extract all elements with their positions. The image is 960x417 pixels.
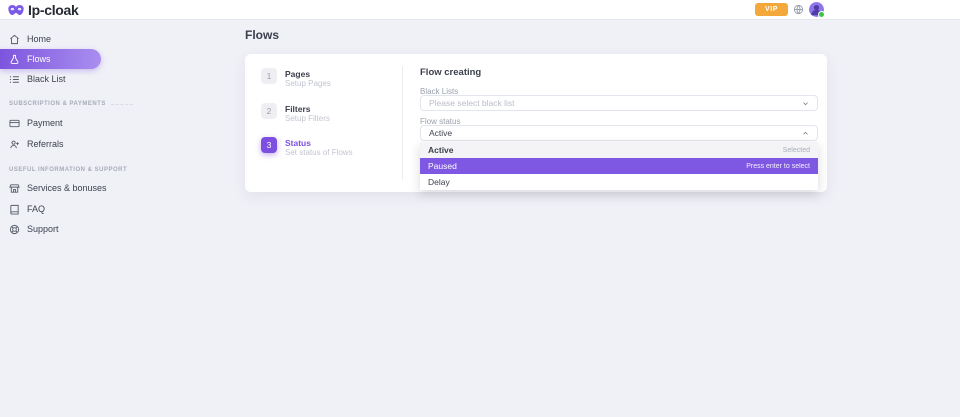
online-status-dot (818, 11, 825, 18)
step-number: 3 (261, 137, 277, 153)
vip-button[interactable]: VIP (755, 3, 788, 16)
add-user-icon (9, 139, 20, 150)
sidebar-item-support[interactable]: Support (0, 222, 59, 236)
step-title: Filters (285, 103, 330, 114)
language-globe-icon[interactable] (793, 4, 804, 15)
sidebar-section-subscription: SUBSCRIPTION & PAYMENTS (0, 101, 133, 107)
black-lists-select[interactable]: Please select black list (420, 95, 818, 111)
top-bar: Ip-cloak VIP (0, 0, 960, 20)
chevron-down-icon (802, 100, 809, 107)
logo[interactable]: Ip-cloak (8, 0, 79, 19)
sidebar-item-services[interactable]: Services & bonuses (0, 181, 107, 195)
section-divider (111, 104, 133, 105)
step-subtitle: Set status of Flows (285, 148, 353, 158)
book-icon (9, 204, 20, 215)
wizard-step-pages[interactable]: 1 Pages Setup Pages (261, 68, 331, 89)
mask-logo-icon (8, 4, 24, 16)
step-subtitle: Setup Pages (285, 79, 331, 89)
option-hint: Selected (783, 147, 810, 154)
home-icon (9, 34, 20, 45)
sidebar-item-referrals[interactable]: Referrals (0, 137, 64, 151)
dropdown-option-delay[interactable]: Delay (420, 174, 818, 190)
step-number: 2 (261, 103, 277, 119)
step-subtitle: Setup Filters (285, 114, 330, 124)
flow-status-dropdown: Active Selected Paused Press enter to se… (420, 142, 818, 190)
step-title: Status (285, 137, 353, 148)
lifebuoy-icon (9, 224, 20, 235)
sidebar-item-label: Flows (27, 54, 51, 64)
dropdown-option-active[interactable]: Active Selected (420, 142, 818, 158)
sidebar-item-label: Referrals (27, 139, 64, 149)
sidebar-item-label: Payment (27, 118, 63, 128)
page-title: Flows (245, 28, 279, 42)
sidebar-item-label: FAQ (27, 204, 45, 214)
black-lists-placeholder: Please select black list (429, 98, 515, 108)
sidebar-item-label: Black List (27, 74, 66, 84)
logo-text: Ip-cloak (28, 2, 79, 18)
option-hint: Press enter to select (746, 163, 810, 170)
flow-creating-card: 1 Pages Setup Pages 2 Filters Setup Filt… (245, 54, 827, 192)
credit-card-icon (9, 118, 20, 129)
step-number: 1 (261, 68, 277, 84)
sidebar-item-label: Services & bonuses (27, 183, 107, 193)
flow-status-select[interactable]: Active (420, 125, 818, 141)
list-icon (9, 74, 20, 85)
storefront-icon (9, 183, 20, 194)
dropdown-option-paused[interactable]: Paused Press enter to select (420, 158, 818, 174)
step-title: Pages (285, 68, 331, 79)
sidebar-item-flows[interactable]: Flows (0, 49, 101, 69)
flows-icon (9, 54, 20, 65)
wizard-step-filters[interactable]: 2 Filters Setup Filters (261, 103, 330, 124)
sidebar-item-black-list[interactable]: Black List (0, 72, 66, 86)
chevron-up-icon (802, 130, 809, 137)
sidebar-item-faq[interactable]: FAQ (0, 202, 45, 216)
flow-status-value: Active (429, 128, 452, 138)
wizard-step-status[interactable]: 3 Status Set status of Flows (261, 137, 353, 158)
app-window: Ip-cloak VIP Ho (0, 0, 960, 417)
sidebar-item-home[interactable]: Home (0, 32, 51, 46)
sidebar-item-payment[interactable]: Payment (0, 116, 63, 130)
sidebar-section-support: USEFUL INFORMATION & SUPPORT (0, 167, 127, 173)
header-actions: VIP (755, 0, 824, 19)
sidebar-item-label: Home (27, 34, 51, 44)
vertical-divider (402, 66, 403, 180)
sidebar-item-label: Support (27, 224, 59, 234)
user-avatar[interactable] (809, 2, 824, 17)
form-title: Flow creating (420, 67, 481, 78)
